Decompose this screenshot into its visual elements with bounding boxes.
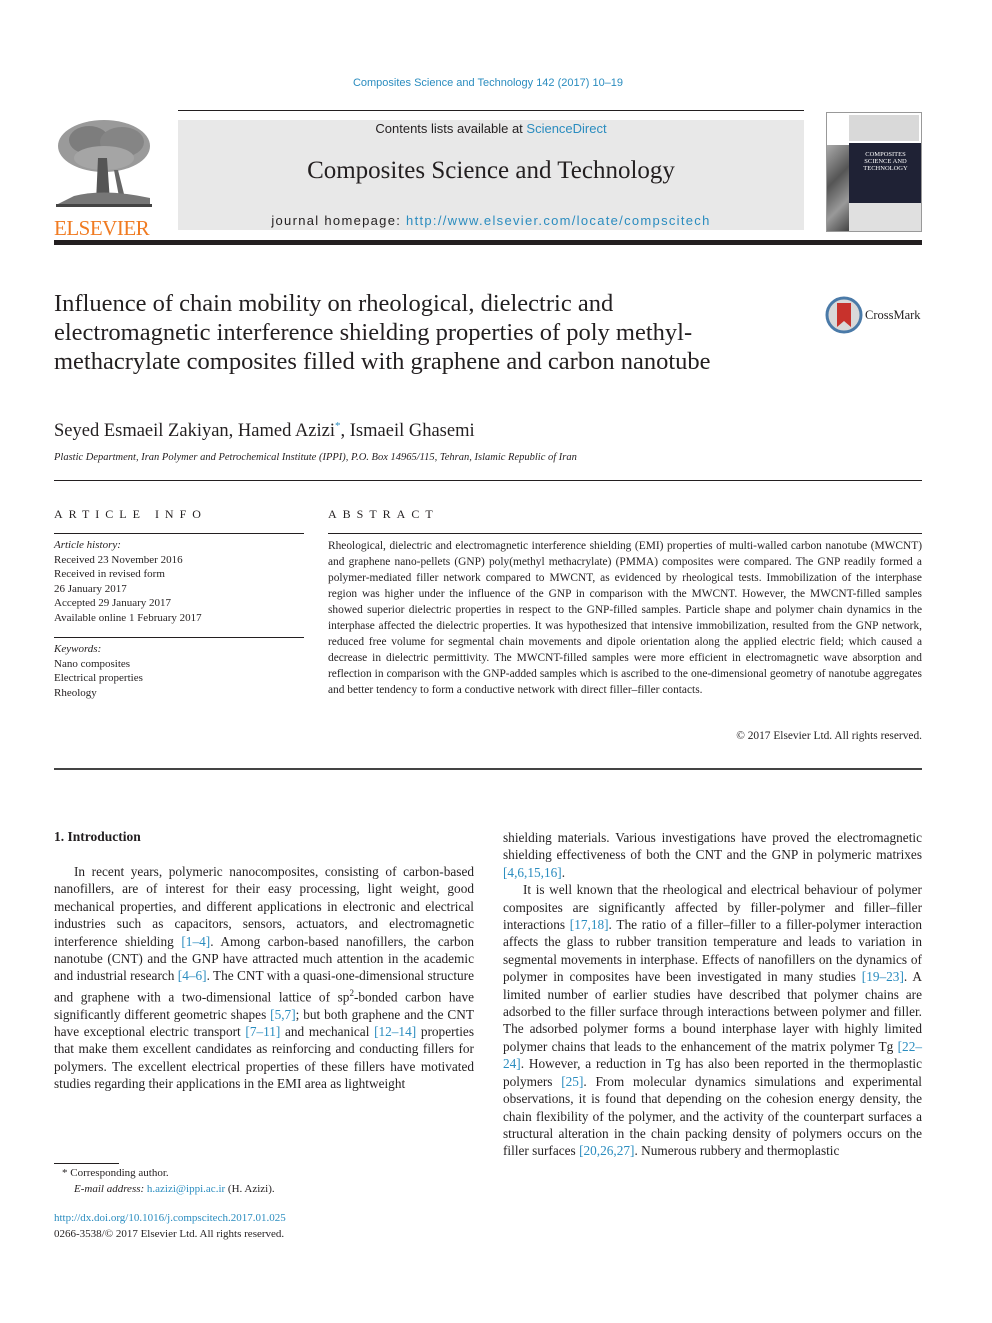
cover-footer-band (849, 203, 921, 231)
contents-prefix: Contents lists available at (375, 121, 527, 136)
email-link[interactable]: h.azizi@ippi.ac.ir (147, 1183, 225, 1195)
history-item: Available online 1 February 2017 (54, 611, 202, 624)
history-item: Accepted 29 January 2017 (54, 597, 171, 609)
cover-photo (827, 145, 849, 231)
abstract-copyright: © 2017 Elsevier Ltd. All rights reserved… (736, 730, 922, 742)
author-list: Seyed Esmaeil Zakiyan, Hamed Azizi*, Ism… (54, 420, 475, 442)
author-name[interactable]: Seyed Esmaeil Zakiyan (54, 421, 229, 441)
issn-copyright: 0266-3538/© 2017 Elsevier Ltd. All right… (54, 1227, 285, 1240)
history-item: Received in revised form (54, 568, 165, 580)
paragraph: shielding materials. Various investigati… (503, 829, 922, 881)
abstract-text: Rheological, dielectric and electromagne… (328, 540, 922, 696)
crossmark-label: CrossMark (865, 308, 921, 322)
journal-title: Composites Science and Technology (307, 157, 675, 184)
cover-title-line: TECHNOLOGY (863, 165, 908, 172)
email-line: E-mail address: h.azizi@ippi.ac.ir (H. A… (62, 1182, 275, 1198)
body-column-left: In recent years, polymeric nanocomposite… (54, 863, 474, 1093)
history-item: 26 January 2017 (54, 582, 127, 595)
footnote: * Corresponding author. E-mail address: … (62, 1166, 275, 1197)
text-run: . (561, 864, 566, 880)
citation-link[interactable]: [19–23] (862, 969, 904, 984)
paragraph: It is well known that the rheological an… (503, 881, 922, 1160)
text-run: . Numerous rubbery and thermoplastic (634, 1143, 840, 1159)
homepage-line: journal homepage: http://www.elsevier.co… (178, 213, 804, 228)
doi-link[interactable]: http://dx.doi.org/10.1016/j.compscitech.… (54, 1211, 286, 1227)
affiliation: Plastic Department, Iran Polymer and Pet… (54, 452, 577, 463)
divider (54, 768, 922, 770)
footnote-rule (54, 1163, 119, 1164)
contents-line: Contents lists available at ScienceDirec… (178, 121, 804, 136)
author-name[interactable]: Hamed Azizi (238, 421, 335, 441)
cover-title-line: COMPOSITES (865, 151, 906, 158)
history-label: Article history: (54, 539, 121, 551)
citation-link[interactable]: [4–6] (178, 968, 207, 983)
divider (54, 480, 922, 481)
paragraph: In recent years, polymeric nanocomposite… (54, 863, 474, 1093)
article-info-heading: ARTICLE INFO (54, 507, 207, 521)
cover-header-band (849, 115, 919, 141)
elsevier-wordmark: ELSEVIER (54, 216, 150, 240)
text-run: shielding materials. Various investigati… (503, 830, 922, 863)
body-column-right: shielding materials. Various investigati… (503, 829, 922, 1160)
author-name[interactable]: Ismaeil Ghasemi (350, 421, 475, 441)
corresponding-author-note: * Corresponding author. (62, 1166, 275, 1182)
cover-title-line: SCIENCE AND (864, 158, 907, 165)
citation-link[interactable]: [7–11] (245, 1024, 280, 1039)
keyword-item: Electrical properties (54, 672, 143, 684)
citation-link[interactable]: [25] (561, 1074, 583, 1089)
keyword-item: Nano composites (54, 657, 131, 670)
cover-title-block: COMPOSITES SCIENCE AND TECHNOLOGY (849, 143, 921, 203)
divider (54, 533, 304, 534)
keyword-item: Rheology (54, 686, 97, 699)
citation-link[interactable]: [4,6,15,16] (503, 865, 562, 880)
sciencedirect-link[interactable]: ScienceDirect (526, 121, 606, 136)
journal-citation-link[interactable]: Composites Science and Technology 142 (2… (0, 77, 976, 89)
journal-cover-thumbnail[interactable]: COMPOSITES SCIENCE AND TECHNOLOGY (826, 112, 922, 232)
citation-link[interactable]: [1–4] (181, 934, 210, 949)
abstract-heading: ABSTRACT (328, 507, 439, 521)
corresponding-text: Corresponding author. (70, 1167, 169, 1179)
header-top-rule (178, 110, 804, 111)
homepage-link[interactable]: http://www.elsevier.com/locate/compscite… (406, 213, 711, 228)
article-title: Influence of chain mobility on rheologic… (54, 290, 711, 375)
divider (54, 637, 304, 638)
citation-link[interactable]: [17,18] (570, 917, 609, 932)
header-thick-rule (54, 240, 922, 245)
email-label: E-mail address: (74, 1182, 145, 1195)
corresponding-author-marker[interactable]: * (335, 420, 341, 432)
email-suffix: (H. Azizi). (225, 1182, 275, 1195)
divider (328, 533, 922, 534)
footnote-marker: * (62, 1167, 68, 1179)
section-heading-introduction: 1. Introduction (54, 829, 141, 844)
citation-link[interactable]: [20,26,27] (579, 1143, 634, 1158)
keywords: Keywords: Nano composites Electrical pro… (54, 642, 304, 700)
crossmark-button[interactable]: CrossMark (825, 296, 925, 336)
doi-block: http://dx.doi.org/10.1016/j.compscitech.… (54, 1211, 286, 1242)
article-history: Article history: Received 23 November 20… (54, 538, 304, 625)
crossmark-icon (825, 296, 863, 334)
elsevier-tree-icon (56, 120, 152, 207)
keywords-label: Keywords: (54, 643, 102, 655)
citation-link[interactable]: [12–14] (374, 1024, 416, 1039)
history-item: Received 23 November 2016 (54, 553, 183, 566)
citation-link[interactable]: [5,7] (270, 1007, 295, 1022)
text-run: and mechanical (280, 1024, 375, 1040)
journal-masthead: Contents lists available at ScienceDirec… (178, 120, 804, 230)
elsevier-logo[interactable]: ELSEVIER (54, 118, 154, 239)
homepage-prefix: journal homepage: (271, 213, 407, 228)
